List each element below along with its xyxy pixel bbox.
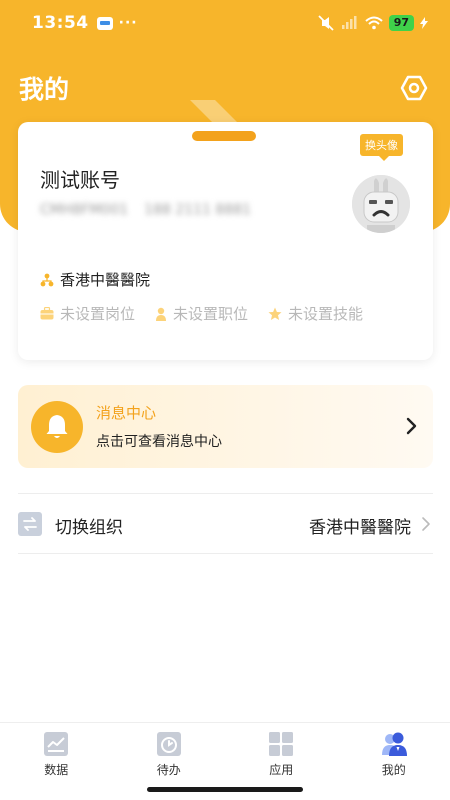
message-app-icon — [96, 16, 113, 30]
chevron-right-icon — [406, 417, 417, 435]
tab-mine[interactable]: 我的 — [338, 723, 450, 800]
switch-organization-row[interactable]: 切换组织 香港中醫醫院 — [18, 495, 433, 553]
divider-top — [18, 493, 433, 494]
account-name: 测试账号 — [40, 168, 120, 192]
status-time: 13:54 — [32, 13, 89, 33]
tab-mine-label: 我的 — [381, 763, 406, 777]
bell-badge — [31, 401, 83, 453]
star-icon — [268, 307, 282, 320]
switch-organization-label: 切换组织 — [55, 518, 123, 538]
switch-icon — [18, 512, 42, 536]
account-details: CMH8FM001 188 2111 8881 — [40, 202, 251, 218]
user-id: CMH8FM001 — [40, 202, 129, 218]
message-center-title: 消息中心 — [96, 404, 157, 422]
organization-icon — [40, 273, 54, 286]
tab-data[interactable]: 数据 — [0, 723, 113, 800]
tag-position-label: 未设置职位 — [173, 305, 249, 323]
profile-card: 测试账号 CMH8FM001 188 2111 8881 换头像 香港中醫醫院 — [18, 122, 433, 360]
todo-icon — [156, 732, 181, 756]
phone-number: 188 2111 8881 — [144, 202, 252, 218]
chevron-right-icon — [422, 517, 430, 531]
tag-skill-label: 未设置技能 — [288, 305, 364, 323]
wifi-icon — [365, 16, 383, 30]
signal-icon — [341, 16, 357, 29]
change-avatar-badge[interactable]: 换头像 — [360, 134, 403, 161]
current-organization: 香港中醫醫院 — [309, 518, 411, 538]
avatar-robot-icon — [352, 175, 410, 233]
status-bar: 13:54 ··· 97 — [0, 0, 450, 46]
data-icon — [44, 732, 69, 756]
message-center-subtitle: 点击可查看消息中心 — [96, 434, 222, 450]
home-indicator[interactable] — [147, 787, 303, 792]
mine-icon — [381, 732, 407, 756]
message-center-card[interactable]: 消息中心 点击可查看消息中心 — [18, 385, 433, 468]
tag-position: 未设置职位 — [155, 303, 248, 324]
tag-post: 未设置岗位 — [40, 303, 135, 324]
bell-icon — [46, 415, 68, 438]
tab-data-label: 数据 — [44, 763, 69, 777]
avatar[interactable] — [352, 175, 410, 233]
organization-line: 香港中醫醫院 — [40, 269, 150, 290]
post-icon — [40, 307, 54, 320]
apps-icon — [269, 732, 294, 756]
settings-icon[interactable] — [400, 74, 428, 102]
tag-post-label: 未设置岗位 — [60, 305, 136, 323]
organization-name: 香港中醫醫院 — [60, 271, 151, 289]
page-title: 我的 — [19, 75, 70, 104]
more-notifications-icon: ··· — [118, 15, 138, 31]
position-icon — [156, 307, 167, 321]
mute-icon — [318, 15, 334, 31]
tab-apps-label: 应用 — [269, 763, 294, 777]
profile-tags: 未设置岗位 未设置职位 未设置技能 — [40, 303, 363, 324]
charging-icon — [420, 17, 428, 29]
battery-indicator: 97 — [388, 15, 414, 31]
divider-bottom — [18, 553, 433, 554]
tag-skill: 未设置技能 — [268, 303, 363, 324]
card-tab-decoration — [192, 131, 256, 141]
tab-todo-label: 待办 — [156, 763, 181, 777]
